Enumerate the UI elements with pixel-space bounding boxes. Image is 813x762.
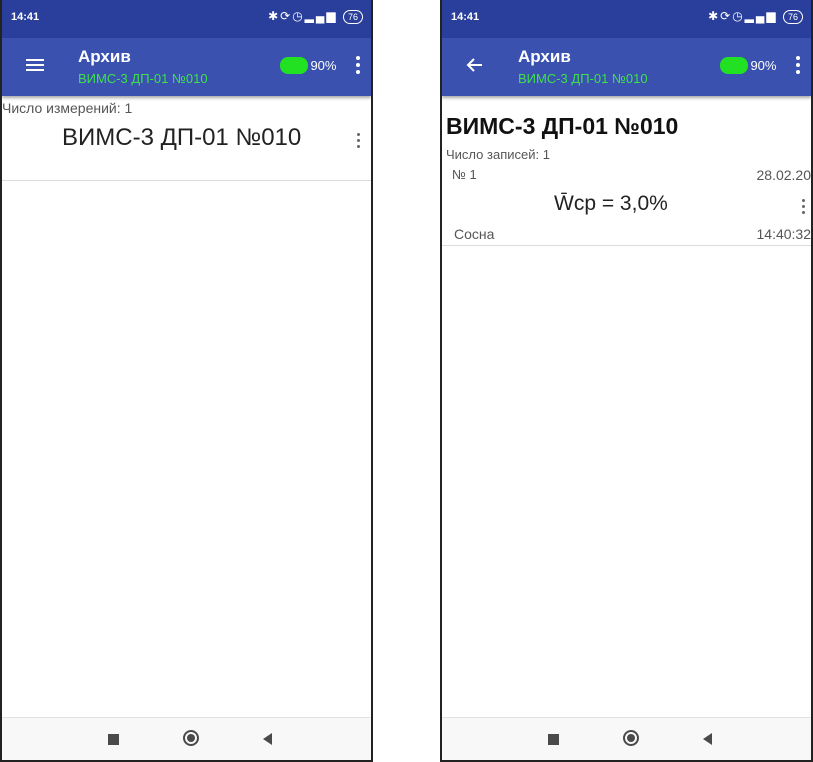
device-battery: 90% [280,57,336,77]
battery-indicator-icon [280,57,308,75]
device-name: ВИМС-3 ДП-01 №010 [62,124,302,151]
bluetooth-icon: ✱ [708,9,721,23]
home-icon[interactable] [183,730,199,746]
status-battery: 76 [342,10,363,24]
alarm-icon: ◷ [732,9,745,23]
battery-level: 90% [310,58,337,74]
system-nav-bar [2,717,371,760]
back-icon[interactable] [703,733,712,745]
app-bar: Архив ВИМС-3 ДП-01 №010 90% [442,38,811,96]
status-time: 14:41 [11,11,40,23]
status-time: 14:41 [451,11,480,23]
record-value: W̄ср = 3,0% [554,192,668,215]
more-vert-icon[interactable] [801,199,805,217]
battery-level: 90% [750,58,777,74]
status-bar: 14:41 ✱⟳◷▂▄▆ 76 [2,0,371,38]
list-item[interactable]: ВИМС-3 ДП-01 №010 [2,114,371,181]
record-date: 28.02.20 [756,167,812,183]
recents-icon[interactable] [108,734,119,745]
app-title: Архив [78,47,131,66]
device-battery: 90% [720,57,776,77]
recents-icon[interactable] [548,734,559,745]
signal-icon: ▂▄▆ [744,9,778,23]
battery-indicator-icon [720,57,748,75]
record-species: Сосна [454,226,495,242]
status-battery: 76 [782,10,803,24]
record-number: № 1 [452,167,477,182]
record-count: Число записей: 1 [446,147,550,162]
status-bar: 14:41 ✱⟳◷▂▄▆ 76 [442,0,811,38]
status-icons: ✱⟳◷▂▄▆ 76 [708,9,803,24]
back-icon[interactable] [263,733,272,745]
bluetooth-icon: ✱ [268,9,281,23]
more-vert-icon[interactable] [795,56,801,78]
device-list: Число измерений: 1 ВИМС-3 ДП-01 №010 [2,96,371,718]
record-time: 14:40:32 [756,226,812,242]
app-title: Архив [518,47,571,66]
status-icons: ✱⟳◷▂▄▆ 76 [268,9,363,24]
sync-icon: ⟳ [280,9,293,23]
device-heading: ВИМС-3 ДП-01 №010 [446,113,679,139]
list-item[interactable]: № 1 28.02.20 W̄ср = 3,0% Сосна 14:40:32 [442,164,811,246]
system-nav-bar [442,717,811,760]
signal-icon: ▂▄▆ [304,9,338,23]
home-icon[interactable] [623,730,639,746]
more-vert-icon[interactable] [356,133,360,151]
alarm-icon: ◷ [292,9,305,23]
app-subtitle: ВИМС-3 ДП-01 №010 [518,71,648,86]
record-list: ВИМС-3 ДП-01 №010 Число записей: 1 № 1 2… [442,96,811,718]
app-subtitle: ВИМС-3 ДП-01 №010 [78,71,208,86]
archive-records-screen: 14:41 ✱⟳◷▂▄▆ 76 Архив ВИМС-3 ДП-01 №010 … [440,0,813,762]
app-bar: Архив ВИМС-3 ДП-01 №010 90% [2,38,371,96]
archive-list-screen: 14:41 ✱⟳◷▂▄▆ 76 Архив ВИМС-3 ДП-01 №010 … [0,0,373,762]
hamburger-icon[interactable] [24,54,46,76]
more-vert-icon[interactable] [355,56,361,78]
arrow-back-icon[interactable] [464,54,486,76]
sync-icon: ⟳ [720,9,733,23]
